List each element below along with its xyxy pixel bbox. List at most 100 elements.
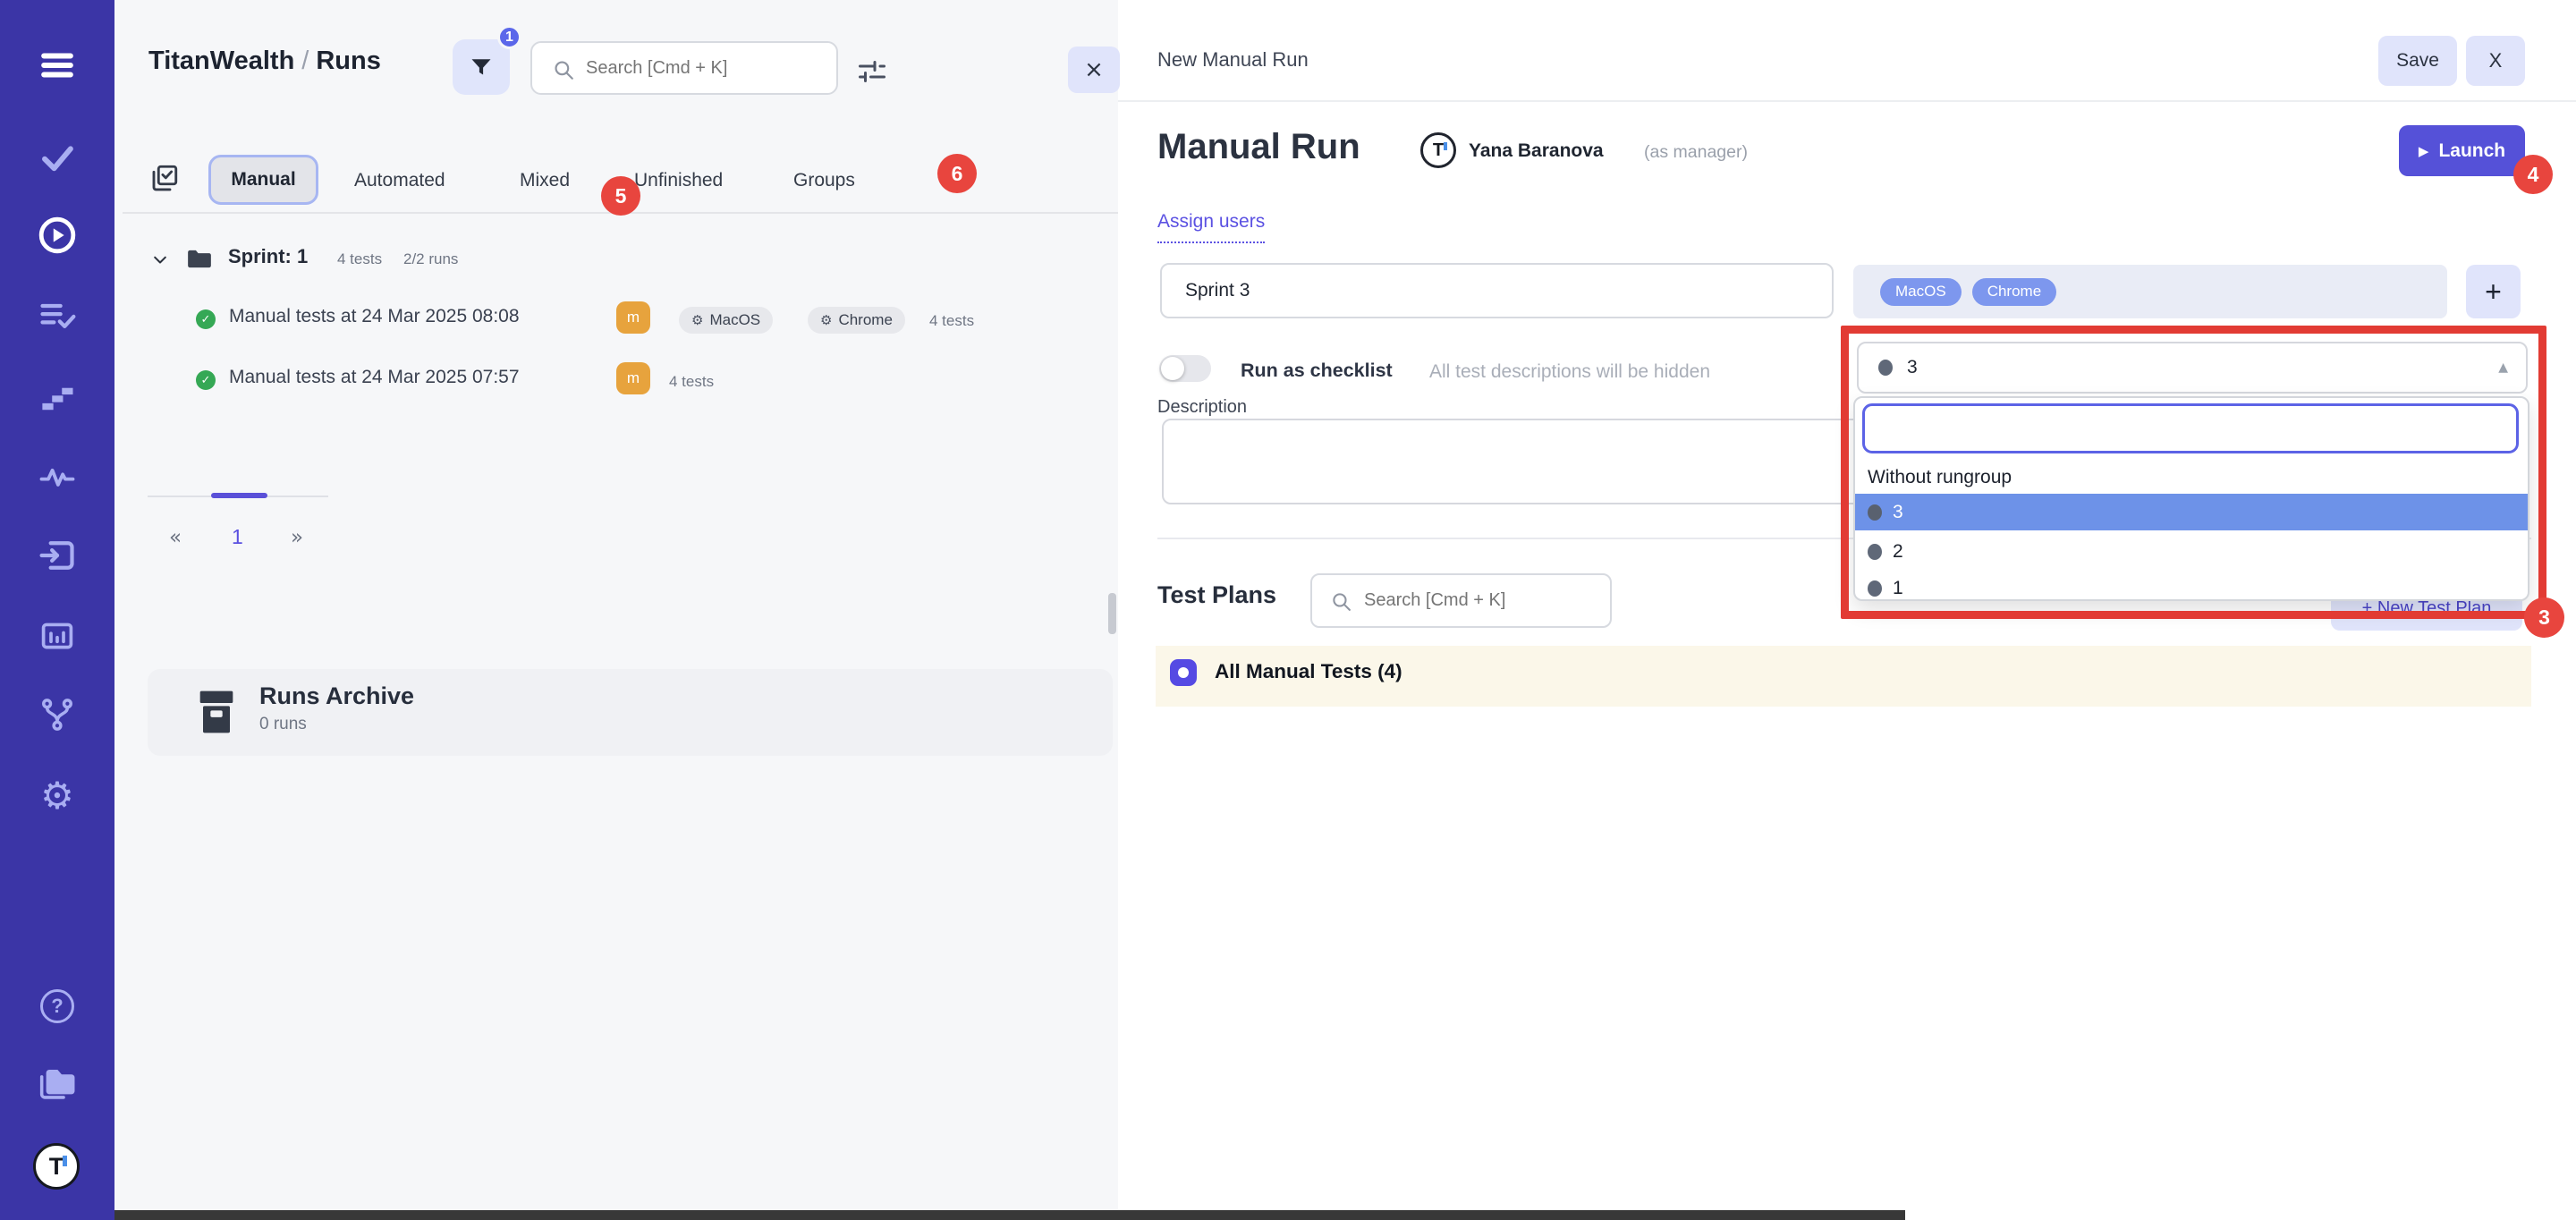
checklist-label: Run as checklist [1241, 360, 1393, 382]
filter-funnel-icon [469, 55, 494, 80]
env-tag-label: Chrome [838, 311, 892, 329]
tab-mixed[interactable]: Mixed [520, 170, 570, 191]
app-logo[interactable]: T [33, 1143, 80, 1190]
menu-icon[interactable] [37, 45, 78, 86]
close-icon: X [2489, 49, 2503, 72]
runs-play-icon[interactable] [37, 215, 78, 256]
app-screen: ⚙ ? T TitanWealth/Runs 1 × Manual Automa… [0, 0, 2576, 1220]
breadcrumb[interactable]: TitanWealth/Runs [148, 47, 381, 76]
annotation-number: 4 [2528, 163, 2539, 187]
filter-count-badge: 1 [497, 25, 521, 49]
page-current[interactable]: 1 [232, 525, 243, 549]
annotation-number: 3 [2538, 606, 2550, 630]
toggle-knob [1161, 357, 1184, 380]
breadcrumb-project[interactable]: TitanWealth [148, 47, 294, 75]
logo-accent [63, 1156, 67, 1166]
environment-tags-box[interactable]: MacOS Chrome [1853, 265, 2447, 318]
folder-icon [186, 247, 213, 270]
annotation-number: 5 [615, 184, 627, 208]
all-tests-checkbox[interactable] [1170, 659, 1197, 686]
left-panel-scrollbar[interactable] [1108, 593, 1116, 634]
help-icon[interactable]: ? [40, 989, 74, 1023]
projects-folder-icon[interactable] [37, 1063, 78, 1104]
folder-chevron-icon[interactable] [150, 251, 170, 269]
runs-search-box[interactable] [530, 41, 838, 95]
page-prev-button[interactable]: « [169, 526, 182, 549]
filter-button[interactable] [453, 39, 510, 95]
save-label: Save [2396, 50, 2439, 72]
run-name-field[interactable] [1160, 263, 1834, 318]
run-test-count: 4 tests [669, 373, 714, 391]
save-button[interactable]: Save [2378, 36, 2457, 86]
folder-name[interactable]: Sprint: 1 [228, 245, 308, 268]
all-tests-label: All Manual Tests (4) [1215, 660, 1402, 683]
drawer-close-button[interactable]: X [2466, 36, 2525, 86]
tab-groups[interactable]: Groups [793, 170, 855, 191]
steps-icon[interactable] [37, 376, 78, 417]
add-environment-button[interactable]: + [2466, 265, 2521, 318]
archive-icon [199, 689, 234, 735]
env-tag-macos: ⚙MacOS [679, 307, 773, 334]
drawer-header-divider [1118, 100, 2576, 102]
plus-icon: + [2485, 275, 2502, 309]
env-pill-chrome[interactable]: Chrome [1972, 278, 2056, 306]
owner-avatar: T [1420, 132, 1456, 168]
search-icon [1330, 590, 1352, 613]
owner-name: Yana Baranova [1469, 140, 1604, 162]
run-name-input[interactable] [1183, 265, 1809, 317]
pagination-indicator [211, 493, 267, 498]
tab-manual[interactable]: Manual [208, 155, 318, 205]
tab-automated[interactable]: Automated [354, 170, 445, 191]
run-as-checklist-toggle[interactable] [1159, 355, 1211, 382]
run-title[interactable]: Manual tests at 24 Mar 2025 08:08 [229, 306, 520, 327]
run-type-badge: m [616, 362, 650, 394]
gear-icon: ⚙ [820, 312, 832, 328]
env-tag-label: MacOS [709, 311, 760, 329]
annotation-badge-3: 3 [2524, 597, 2564, 638]
run-type-badge: m [616, 301, 650, 334]
run-type-letter: m [627, 369, 640, 387]
breadcrumb-separator: / [294, 47, 316, 75]
tab-unfinished[interactable]: Unfinished [634, 170, 723, 191]
pulse-icon[interactable] [37, 456, 78, 497]
check-icon: ✓ [201, 374, 211, 387]
check-icon: ✓ [201, 313, 211, 326]
test-plans-search-box[interactable] [1310, 573, 1612, 628]
avatar-letter: T [1433, 140, 1444, 161]
panel-close-button[interactable]: × [1068, 47, 1120, 93]
page-next-button[interactable]: » [291, 526, 303, 549]
env-tag-chrome: ⚙ Chrome [808, 307, 905, 334]
checklist-hint: All test descriptions will be hidden [1429, 361, 1710, 383]
env-pill-macos[interactable]: MacOS [1880, 278, 1962, 306]
checkbox-dot [1178, 667, 1189, 678]
play-icon: ▶ [2419, 143, 2429, 159]
help-question-glyph: ? [51, 995, 63, 1018]
annotation-number: 6 [952, 162, 963, 186]
runs-search-input[interactable] [584, 43, 826, 93]
run-title[interactable]: Manual tests at 24 Mar 2025 07:57 [229, 367, 520, 388]
sidebar [0, 0, 114, 1220]
launch-button[interactable]: ▶ Launch [2399, 125, 2525, 176]
archive-subtitle: 0 runs [259, 715, 307, 734]
annotation-badge-5: 5 [601, 176, 640, 216]
bulk-select-icon[interactable] [148, 162, 181, 194]
run-type-letter: m [627, 309, 640, 326]
run-status-passed-icon: ✓ [196, 309, 216, 329]
run-status-passed-icon: ✓ [196, 370, 216, 390]
owner-role: (as manager) [1644, 142, 1748, 163]
search-settings-icon[interactable] [855, 55, 889, 88]
test-plans-search-input[interactable] [1362, 575, 1599, 626]
run-form-title: Manual Run [1157, 127, 1360, 167]
tab-manual-label: Manual [231, 169, 295, 191]
run-test-count: 4 tests [929, 312, 974, 330]
analytics-icon[interactable] [37, 615, 78, 657]
test-list-icon[interactable] [37, 295, 78, 336]
description-label: Description [1157, 397, 1247, 418]
import-icon[interactable] [37, 535, 78, 576]
logo-letter: T [49, 1153, 64, 1181]
assign-users-link[interactable]: Assign users [1157, 211, 1265, 243]
tasks-check-icon[interactable] [37, 137, 78, 178]
branches-icon[interactable] [37, 694, 78, 735]
settings-gear-icon[interactable]: ⚙ [37, 775, 78, 816]
horizontal-scrollbar[interactable] [114, 1210, 1905, 1220]
